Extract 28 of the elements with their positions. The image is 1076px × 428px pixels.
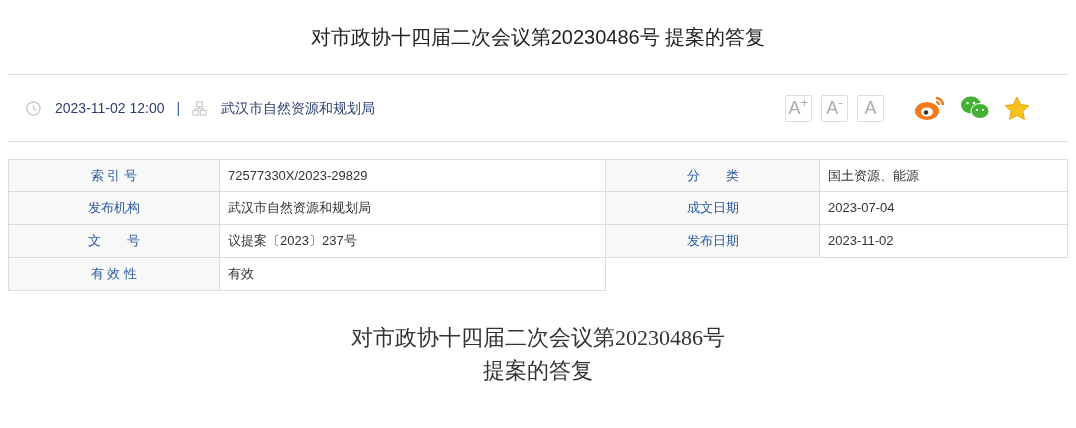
publish-time: 2023-11-02 12:00 — [55, 98, 165, 118]
field-label: 分 类 — [606, 159, 820, 192]
publisher-name: 武汉市自然资源和规划局 — [221, 98, 376, 118]
field-value: 国土资源、能源 — [820, 159, 1068, 192]
weibo-share-icon[interactable] — [914, 95, 946, 121]
field-value: 72577330X/2023-29829 — [220, 159, 606, 192]
field-label: 发布机构 — [8, 192, 220, 225]
font-size-button[interactable]: A$^{-}$ — [821, 94, 848, 122]
document-title: 提案的答复 — [483, 357, 593, 385]
field-value: 议提案〔2023〕237号 — [220, 225, 606, 258]
field-value: 2023-07-04 — [820, 192, 1068, 225]
field-label: 文 号 — [8, 225, 220, 258]
organization-icon — [192, 100, 208, 116]
wechat-share-icon[interactable] — [960, 95, 990, 121]
field-label: 索 引 号 — [8, 159, 220, 192]
font-size-button[interactable]: A — [857, 94, 884, 122]
document-title: 对市政协十四届二次会议第20230486号 — [351, 324, 725, 352]
field-value: 有效 — [220, 258, 606, 291]
font-size-button[interactable]: A$^{+}$ — [785, 94, 812, 122]
field-label: 有 效 性 — [8, 258, 220, 291]
separator: | — [176, 98, 181, 118]
page-title: 对市政协十四届二次会议第20230486号 提案的答复 — [310, 25, 766, 50]
field-label: 发布日期 — [606, 225, 820, 258]
field-value: 2023-11-02 — [820, 225, 1068, 258]
clock-icon — [26, 100, 41, 116]
star-share-icon[interactable] — [1004, 95, 1030, 121]
field-value: 武汉市自然资源和规划局 — [220, 192, 606, 225]
field-label: 成文日期 — [606, 192, 820, 225]
